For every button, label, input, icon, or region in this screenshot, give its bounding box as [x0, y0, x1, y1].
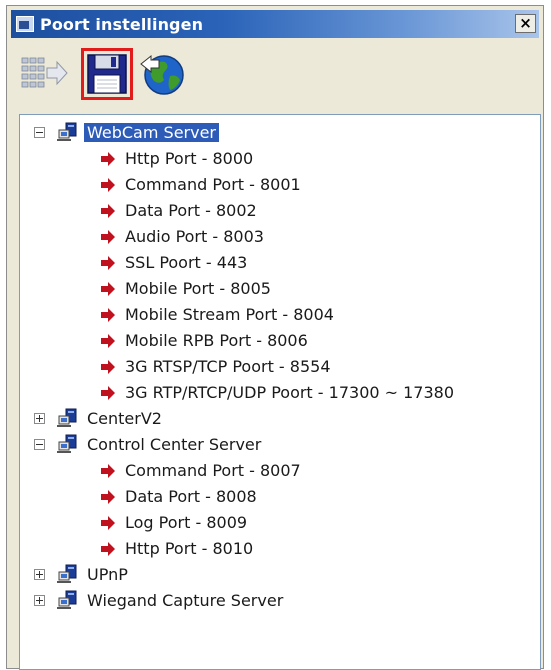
- port-settings-window: Poort instellingen × WebCam Server Http …: [6, 5, 544, 670]
- tree-node-label: Control Center Server: [87, 434, 262, 454]
- collapse-toggle-icon[interactable]: [34, 438, 45, 450]
- red-arrow-icon: [100, 489, 116, 504]
- tree-node-port[interactable]: Command Port - 8001: [100, 171, 301, 197]
- window-app-icon: [16, 16, 34, 32]
- save-button[interactable]: [81, 48, 133, 100]
- floppy-disk-icon: [87, 54, 127, 94]
- red-arrow-icon: [100, 385, 116, 400]
- port-label: Mobile Stream Port - 8004: [125, 304, 334, 324]
- port-tree[interactable]: WebCam Server Http Port - 8000 Command Por…: [19, 114, 541, 670]
- tree-node-server[interactable]: Wiegand Capture Server: [34, 587, 283, 613]
- port-label: SSL Poort - 443: [125, 252, 248, 272]
- tree-node-port[interactable]: Audio Port - 8003: [100, 223, 264, 249]
- tree-node-port[interactable]: Http Port - 8010: [100, 535, 253, 561]
- red-arrow-icon: [100, 229, 116, 244]
- port-label: Data Port - 8002: [125, 200, 257, 220]
- tree-node-port[interactable]: 3G RTSP/TCP Poort - 8554: [100, 353, 331, 379]
- tree-node-label: WebCam Server: [84, 122, 219, 142]
- server-computer-icon: [57, 590, 79, 610]
- tree-node-port[interactable]: Mobile RPB Port - 8006: [100, 327, 308, 353]
- collapse-toggle-icon[interactable]: [34, 126, 45, 138]
- tree-node-label: CenterV2: [87, 408, 162, 428]
- red-arrow-icon: [100, 333, 116, 348]
- server-computer-icon: [57, 434, 79, 454]
- port-label: Command Port - 8007: [125, 460, 301, 480]
- tree-node-port[interactable]: SSL Poort - 443: [100, 249, 247, 275]
- server-computer-icon: [57, 564, 79, 584]
- tree-node-server[interactable]: CenterV2: [34, 405, 162, 431]
- close-button[interactable]: ×: [515, 14, 536, 33]
- tree-node-port[interactable]: Mobile Stream Port - 8004: [100, 301, 334, 327]
- port-label: 3G RTP/RTCP/UDP Poort - 17300 ~ 17380: [125, 382, 455, 402]
- tree-node-server[interactable]: Control Center Server: [34, 431, 261, 457]
- tree-node-port[interactable]: Data Port - 8008: [100, 483, 257, 509]
- server-computer-icon: [57, 122, 79, 142]
- port-label: Http Port - 8000: [125, 148, 254, 168]
- port-label: Log Port - 8009: [125, 512, 248, 532]
- tree-node-label: Wiegand Capture Server: [87, 590, 284, 610]
- red-arrow-icon: [100, 359, 116, 374]
- port-label: Mobile Port - 8005: [125, 278, 271, 298]
- port-label: Http Port - 8010: [125, 538, 254, 558]
- tree-node-port[interactable]: Command Port - 8007: [100, 457, 301, 483]
- globe-icon: [140, 54, 184, 95]
- expand-toggle-icon[interactable]: [34, 594, 45, 606]
- tree-node-server[interactable]: UPnP: [34, 561, 128, 587]
- window-title: Poort instellingen: [40, 14, 204, 34]
- port-label: Audio Port - 8003: [125, 226, 264, 246]
- red-arrow-icon: [100, 203, 116, 218]
- red-arrow-icon: [100, 255, 116, 270]
- port-label: Mobile RPB Port - 8006: [125, 330, 308, 350]
- tree-node-port[interactable]: 3G RTP/RTCP/UDP Poort - 17300 ~ 17380: [100, 379, 454, 405]
- red-arrow-icon: [100, 281, 116, 296]
- port-label: Command Port - 8001: [125, 174, 301, 194]
- port-config-button[interactable]: [17, 48, 69, 100]
- tree-node-port[interactable]: Log Port - 8009: [100, 509, 247, 535]
- tree-node-label: UPnP: [87, 564, 128, 584]
- network-globe-button[interactable]: [137, 48, 189, 100]
- red-arrow-icon: [100, 177, 116, 192]
- red-arrow-icon: [100, 515, 116, 530]
- red-arrow-icon: [100, 463, 116, 478]
- tree-node-port[interactable]: Http Port - 8000: [100, 145, 253, 171]
- port-label: 3G RTSP/TCP Poort - 8554: [125, 356, 331, 376]
- title-bar: Poort instellingen ×: [11, 10, 539, 38]
- red-arrow-icon: [100, 541, 116, 556]
- tree-node-port[interactable]: Data Port - 8002: [100, 197, 257, 223]
- server-computer-icon: [57, 408, 79, 428]
- red-arrow-icon: [100, 307, 116, 322]
- red-arrow-icon: [100, 151, 116, 166]
- network-grid-icon: [21, 57, 68, 88]
- tree-node-port[interactable]: Mobile Port - 8005: [100, 275, 271, 301]
- port-label: Data Port - 8008: [125, 486, 257, 506]
- expand-toggle-icon[interactable]: [34, 412, 45, 424]
- toolbar: [11, 42, 539, 110]
- tree-node-server[interactable]: WebCam Server: [34, 119, 219, 145]
- expand-toggle-icon[interactable]: [34, 568, 45, 580]
